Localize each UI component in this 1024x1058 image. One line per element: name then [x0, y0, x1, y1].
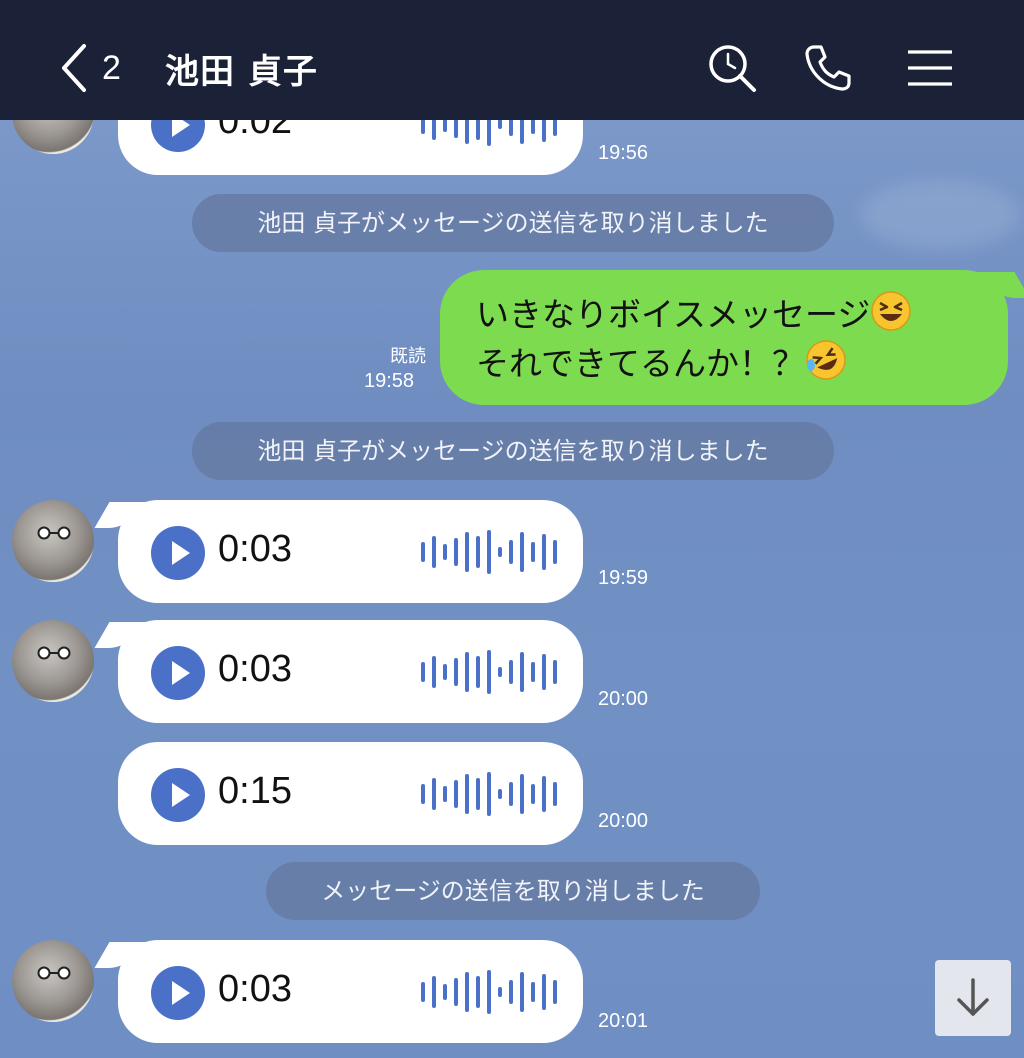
arrow-down-icon [957, 978, 989, 1016]
voice-message[interactable]: 0:02 [118, 120, 583, 175]
scroll-to-bottom-button[interactable] [935, 960, 1011, 1036]
waveform-icon [421, 530, 557, 574]
chat-header: 2 池田 貞子 [0, 0, 1024, 120]
play-icon[interactable] [151, 526, 205, 580]
search-icon [709, 45, 756, 92]
message-time: 19:56 [598, 142, 649, 164]
waveform-icon [421, 650, 557, 694]
avatar[interactable] [12, 620, 94, 702]
sent-message[interactable]: いきなりボイスメッセージ それできてるんか！？ [440, 270, 1008, 405]
play-icon[interactable] [151, 120, 205, 152]
message-time: 19:58 [364, 370, 415, 392]
voice-duration: 0:15 [218, 770, 292, 812]
message-time: 20:00 [598, 688, 649, 710]
chat-area[interactable]: 0:02 19:56 池田 貞子がメッセージの送信を取り消しました 既読 19:… [0, 120, 1024, 1058]
voice-duration: 0:03 [218, 648, 292, 690]
voice-message[interactable]: 0:15 [118, 742, 583, 845]
waveform-icon [421, 120, 557, 146]
back-button[interactable]: 2 [58, 40, 138, 96]
message-time: 20:01 [598, 1010, 649, 1032]
voice-duration: 0:03 [218, 528, 292, 570]
voice-duration: 0:02 [218, 120, 292, 142]
unsend-notice: メッセージの送信を取り消しました [266, 862, 760, 920]
sent-line-1: いきなりボイスメッセージ [476, 295, 871, 334]
avatar[interactable] [12, 940, 94, 1022]
unread-count: 2 [102, 48, 121, 87]
sent-line-2: それできてるんか！？ [476, 344, 806, 383]
play-icon[interactable] [151, 768, 205, 822]
message-time: 20:00 [598, 810, 649, 832]
glasses-icon [37, 646, 71, 660]
menu-icon [908, 50, 952, 86]
grinning-squinting-emoji-icon [871, 291, 912, 331]
menu-button[interactable] [904, 42, 956, 94]
call-button[interactable] [802, 42, 854, 94]
play-icon[interactable] [151, 966, 205, 1020]
voice-message[interactable]: 0:03 [118, 940, 583, 1043]
waveform-icon [421, 970, 557, 1014]
message-time: 19:59 [598, 567, 649, 589]
glasses-icon [37, 526, 71, 540]
search-button[interactable] [706, 42, 758, 94]
unsend-notice: 池田 貞子がメッセージの送信を取り消しました [192, 194, 834, 252]
voice-message[interactable]: 0:03 [118, 620, 583, 723]
waveform-icon [421, 772, 557, 816]
chat-title: 池田 貞子 [165, 52, 318, 92]
chevron-left-icon [62, 44, 86, 92]
glasses-icon [37, 966, 71, 980]
voice-message[interactable]: 0:03 [118, 500, 583, 603]
phone-icon [805, 45, 851, 91]
background-cloud [860, 180, 1020, 250]
rofl-emoji-icon [806, 340, 846, 380]
avatar[interactable] [12, 500, 94, 582]
avatar[interactable] [12, 120, 94, 154]
sent-message-text: いきなりボイスメッセージ それできてるんか！？ [476, 290, 912, 388]
read-receipt: 既読 [390, 346, 426, 367]
unsend-notice: 池田 貞子がメッセージの送信を取り消しました [192, 422, 834, 480]
voice-duration: 0:03 [218, 968, 292, 1010]
play-icon[interactable] [151, 646, 205, 700]
